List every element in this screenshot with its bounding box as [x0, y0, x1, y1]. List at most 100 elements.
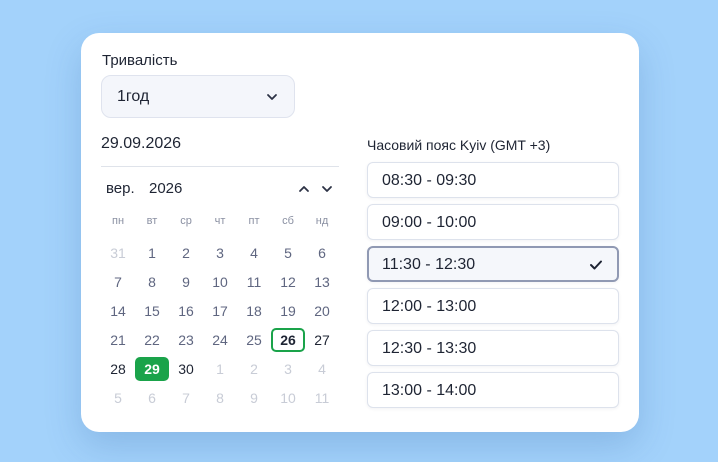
- calendar-day[interactable]: 19: [271, 296, 305, 325]
- check-icon: [590, 260, 602, 270]
- calendar-day[interactable]: 3: [271, 354, 305, 383]
- year-label[interactable]: 2026: [149, 180, 182, 197]
- calendar-day-number: 1: [216, 360, 224, 377]
- calendar-day[interactable]: 5: [101, 383, 135, 412]
- calendar-day-number: 23: [178, 331, 194, 348]
- calendar-day[interactable]: 8: [135, 267, 169, 296]
- calendar-day[interactable]: 2: [169, 238, 203, 267]
- calendar-day-number: 27: [314, 331, 330, 348]
- calendar-day[interactable]: 5: [271, 238, 305, 267]
- calendar-day-number: 2: [250, 360, 258, 377]
- calendar-day-number: 24: [212, 331, 228, 348]
- calendar-day-number: 11: [314, 389, 330, 406]
- calendar-day-number: 4: [250, 244, 258, 261]
- calendar-day[interactable]: 6: [135, 383, 169, 412]
- calendar-day[interactable]: 21: [101, 325, 135, 354]
- calendar-day[interactable]: 7: [101, 267, 135, 296]
- calendar-day-number: 12: [280, 273, 296, 290]
- calendar-grid: 31 1 2 3 4 5 6 7 8 9 10 11 12 13 14 15 16 17 18 19 20 21 22 23 2…: [101, 238, 339, 412]
- time-slot[interactable]: 08:30 - 09:30: [367, 162, 619, 198]
- calendar-day-number: 3: [284, 360, 292, 377]
- time-slot[interactable]: 13:00 - 14:00: [367, 372, 619, 408]
- weekday-label: чт: [214, 215, 226, 227]
- calendar-day[interactable]: 22: [135, 325, 169, 354]
- calendar-day-number: 10: [280, 389, 296, 406]
- calendar-day[interactable]: 12: [271, 267, 305, 296]
- calendar-day[interactable]: 4: [237, 238, 271, 267]
- calendar-day[interactable]: 7: [169, 383, 203, 412]
- calendar-day[interactable]: 2: [237, 354, 271, 383]
- calendar-day[interactable]: 17: [203, 296, 237, 325]
- calendar-day[interactable]: 15: [135, 296, 169, 325]
- weekday-header: пн вт ср чт пт сб нд: [101, 215, 339, 231]
- calendar-day[interactable]: 9: [169, 267, 203, 296]
- chevron-down-icon[interactable]: [320, 182, 334, 196]
- calendar-day-number: 6: [318, 244, 326, 261]
- calendar-day[interactable]: 9: [237, 383, 271, 412]
- calendar-day-number: 30: [178, 360, 194, 377]
- calendar-day[interactable]: 1: [203, 354, 237, 383]
- calendar-day-number: 16: [178, 302, 194, 319]
- calendar-day-selected[interactable]: 29: [135, 354, 169, 383]
- month-label[interactable]: вер.: [106, 180, 135, 197]
- chevron-up-icon[interactable]: [297, 182, 311, 196]
- calendar-day[interactable]: 18: [237, 296, 271, 325]
- time-slot-label: 12:30 - 13:30: [382, 340, 477, 357]
- calendar-day[interactable]: 27: [305, 325, 339, 354]
- time-slot-list: 08:30 - 09:30 09:00 - 10:00 11:30 - 12:30 1…: [367, 162, 619, 414]
- divider: [101, 166, 339, 167]
- calendar-day-number: 10: [212, 273, 228, 290]
- calendar-day-number: 11: [246, 273, 262, 290]
- calendar-day-number: 14: [110, 302, 126, 319]
- time-slot-selected[interactable]: 11:30 - 12:30: [367, 246, 619, 282]
- weekday-label: сб: [282, 215, 294, 227]
- calendar-day[interactable]: 10: [271, 383, 305, 412]
- weekday-label: нд: [315, 215, 329, 227]
- time-slot[interactable]: 12:00 - 13:00: [367, 288, 619, 324]
- calendar-day-number: 29: [135, 356, 169, 381]
- calendar-day[interactable]: 10: [203, 267, 237, 296]
- calendar-day[interactable]: 24: [203, 325, 237, 354]
- calendar-day[interactable]: 1: [135, 238, 169, 267]
- time-slot-label: 12:00 - 13:00: [382, 298, 477, 315]
- calendar-day-number: 8: [148, 273, 156, 290]
- calendar-day[interactable]: 4: [305, 354, 339, 383]
- time-slot-label: 13:00 - 14:00: [382, 382, 477, 399]
- calendar-day[interactable]: 11: [237, 267, 271, 296]
- calendar-day-number: 7: [182, 389, 190, 406]
- selected-date: 29.09.2026: [101, 135, 182, 152]
- calendar-day-number: 4: [318, 360, 326, 377]
- calendar-day[interactable]: 11: [305, 383, 339, 412]
- booking-card: Тривалість 1год 29.09.2026 вер. 2026 пн …: [81, 33, 639, 432]
- calendar-day-today[interactable]: 26: [271, 325, 305, 354]
- calendar-day-number: 17: [212, 302, 228, 319]
- calendar-day-number: 22: [144, 331, 160, 348]
- calendar-day[interactable]: 13: [305, 267, 339, 296]
- calendar-day[interactable]: 16: [169, 296, 203, 325]
- calendar-day-number: 18: [246, 302, 262, 319]
- time-slot-label: 11:30 - 12:30: [382, 256, 476, 273]
- calendar-day[interactable]: 20: [305, 296, 339, 325]
- duration-value: 1год: [117, 88, 150, 105]
- duration-select[interactable]: 1год: [101, 75, 295, 118]
- calendar-day[interactable]: 31: [101, 238, 135, 267]
- calendar-day[interactable]: 25: [237, 325, 271, 354]
- duration-label: Тривалість: [102, 52, 178, 69]
- time-slot[interactable]: 09:00 - 10:00: [367, 204, 619, 240]
- calendar-day[interactable]: 28: [101, 354, 135, 383]
- calendar-day-number: 31: [110, 244, 126, 261]
- calendar-day-number: 5: [284, 244, 292, 261]
- calendar-day-number: 9: [182, 273, 190, 290]
- calendar-day[interactable]: 6: [305, 238, 339, 267]
- calendar-day[interactable]: 8: [203, 383, 237, 412]
- calendar-day-number: 9: [250, 389, 258, 406]
- timezone-label: Часовий пояс Kyiv (GMT +3): [367, 137, 551, 153]
- calendar-day[interactable]: 14: [101, 296, 135, 325]
- weekday-label: ср: [180, 215, 192, 227]
- calendar-day[interactable]: 30: [169, 354, 203, 383]
- time-slot[interactable]: 12:30 - 13:30: [367, 330, 619, 366]
- calendar-day-number: 6: [148, 389, 156, 406]
- calendar-day-number: 15: [144, 302, 160, 319]
- calendar-day[interactable]: 23: [169, 325, 203, 354]
- calendar-day[interactable]: 3: [203, 238, 237, 267]
